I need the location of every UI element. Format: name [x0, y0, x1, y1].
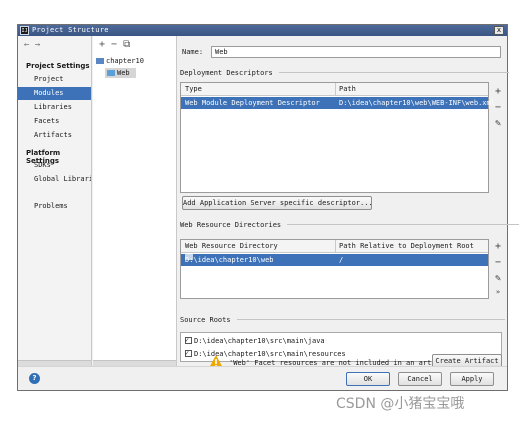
- tree-node-chapter10[interactable]: chapter10: [96, 56, 144, 66]
- deployment-side-buttons: + − ✎: [491, 84, 505, 132]
- nav-item-modules[interactable]: Modules: [18, 87, 91, 100]
- module-folder-icon: [96, 58, 104, 64]
- settings-nav: ← → Project Settings Project Modules Lib…: [18, 36, 92, 366]
- back-forward-arrows-icon[interactable]: ← →: [24, 40, 40, 50]
- add-descriptor-button[interactable]: +: [491, 84, 505, 100]
- section-title: Deployment Descriptors: [180, 69, 273, 77]
- section-title: Web Resource Directories: [180, 221, 282, 229]
- apply-button[interactable]: Apply: [450, 372, 494, 386]
- table-header: Web Resource Directory Path Relative to …: [181, 240, 488, 253]
- nav-item-project[interactable]: Project: [18, 73, 91, 86]
- cell-path: D:\idea\chapter10\web\WEB-INF\web.xml: [339, 99, 495, 107]
- tree-node-label: Web: [117, 69, 130, 77]
- nav-item-artifacts[interactable]: Artifacts: [18, 129, 91, 142]
- col-directory: Web Resource Directory: [185, 242, 278, 250]
- add-server-descriptor-button[interactable]: Add Application Server specific descript…: [182, 196, 373, 210]
- dialog-footer: ? OK Cancel Apply: [18, 366, 507, 390]
- tree-node-web[interactable]: Web: [105, 68, 136, 78]
- edit-resource-icon[interactable]: ✎: [491, 271, 505, 287]
- close-icon[interactable]: x: [494, 26, 504, 35]
- table-header: Type Path: [181, 83, 488, 96]
- project-structure-dialog: IJ Project Structure x ← → Project Setti…: [17, 24, 520, 391]
- edit-descriptor-icon[interactable]: ✎: [491, 116, 505, 132]
- cell-relative-path: /: [339, 256, 344, 264]
- nav-item-global-libraries[interactable]: Global Libraries: [18, 173, 91, 186]
- section-title: Source Roots: [180, 316, 231, 324]
- web-facet-icon: [107, 70, 115, 76]
- resource-side-buttons: + − ✎ »: [491, 239, 505, 297]
- facet-content: Name: Web Deployment Descriptors Type Pa…: [178, 36, 520, 366]
- help-icon[interactable]: ?: [29, 373, 40, 384]
- checkbox-checked-icon: [185, 335, 192, 346]
- source-root-checkbox[interactable]: D:\idea\chapter10\src\main\java: [185, 335, 325, 347]
- window-title: Project Structure: [32, 26, 109, 34]
- table-row[interactable]: D:\idea\chapter10\web /: [181, 254, 488, 266]
- deployment-descriptors-header: Deployment Descriptors: [180, 69, 509, 77]
- module-tree: + − ⧉ chapter10 Web: [93, 36, 177, 366]
- col-relative-path: Path Relative to Deployment Root: [339, 242, 474, 250]
- nav-group-project-settings: Project Settings: [26, 62, 90, 70]
- name-field[interactable]: Web: [211, 46, 501, 58]
- remove-resource-button[interactable]: −: [491, 255, 505, 271]
- table-row[interactable]: Web Module Deployment Descriptor D:\idea…: [181, 97, 495, 109]
- nav-item-facets[interactable]: Facets: [18, 115, 91, 128]
- cancel-button[interactable]: Cancel: [398, 372, 442, 386]
- col-path: Path: [339, 85, 356, 93]
- web-resource-directories-header: Web Resource Directories: [180, 221, 520, 229]
- tree-toolbar[interactable]: + − ⧉: [99, 39, 130, 50]
- add-resource-button[interactable]: +: [491, 239, 505, 255]
- intellij-app-icon: IJ: [20, 26, 29, 35]
- source-roots-header: Source Roots: [180, 316, 505, 324]
- name-label: Name:: [182, 48, 204, 56]
- title-bar: IJ Project Structure x: [18, 25, 507, 36]
- checkbox-checked-icon: [185, 348, 192, 359]
- nav-item-libraries[interactable]: Libraries: [18, 101, 91, 114]
- remove-descriptor-button[interactable]: −: [491, 100, 505, 116]
- nav-item-problems[interactable]: Problems: [18, 200, 91, 213]
- web-resource-table: Web Resource Directory Path Relative to …: [180, 239, 489, 299]
- source-root-path: D:\idea\chapter10\src\main\java: [194, 337, 325, 345]
- tree-node-label: chapter10: [106, 57, 144, 65]
- watermark-text: CSDN @小猪宝宝哦: [336, 396, 465, 412]
- col-type: Type: [185, 85, 202, 93]
- cell-directory-text: D:\idea\chapter10\web: [185, 256, 274, 264]
- cell-type: Web Module Deployment Descriptor: [185, 99, 320, 107]
- ok-button[interactable]: OK: [346, 372, 390, 386]
- nav-item-sdks[interactable]: SDKs: [18, 159, 91, 172]
- more-icon[interactable]: »: [491, 287, 505, 297]
- deployment-descriptors-table: Type Path Web Module Deployment Descript…: [180, 82, 495, 193]
